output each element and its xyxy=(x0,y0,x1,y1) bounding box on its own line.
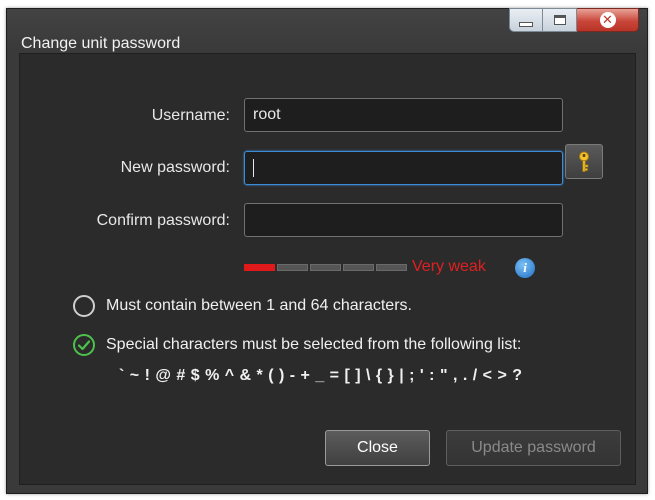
maximize-button[interactable] xyxy=(543,8,577,32)
strength-segment xyxy=(376,264,407,271)
rule-unmet-icon xyxy=(73,295,95,317)
confirm-password-field[interactable] xyxy=(244,203,563,237)
special-characters-list: ` ~ ! @ # $ % ^ & * ( ) - + _ = [ ] \ { … xyxy=(119,367,523,384)
strength-segment xyxy=(310,264,341,271)
new-password-field[interactable] xyxy=(244,151,563,185)
confirm-password-label: Confirm password: xyxy=(96,212,230,229)
update-password-button[interactable]: Update password xyxy=(446,430,621,466)
strength-segment xyxy=(343,264,374,271)
minimize-button[interactable] xyxy=(509,8,543,32)
strength-label: Very weak xyxy=(412,258,486,275)
title-bar[interactable]: Change unit password ✕ xyxy=(7,8,647,52)
strength-segment xyxy=(244,264,275,271)
close-window-button[interactable]: ✕ xyxy=(577,8,639,32)
generate-password-button[interactable] xyxy=(565,144,603,179)
strength-segment xyxy=(277,264,308,271)
change-password-dialog: Change unit password ✕ Username: root Ne… xyxy=(6,8,648,494)
special-rule-text: Special characters must be selected from… xyxy=(106,336,522,353)
new-password-label: New password: xyxy=(120,159,230,176)
check-circle-icon xyxy=(73,334,95,356)
username-field[interactable]: root xyxy=(244,98,563,132)
close-icon: ✕ xyxy=(599,12,616,28)
close-button[interactable]: Close xyxy=(325,430,430,466)
maximize-icon xyxy=(553,15,566,25)
minimize-icon xyxy=(519,21,533,27)
length-rule-text: Must contain between 1 and 64 characters… xyxy=(106,297,412,314)
text-caret xyxy=(253,158,254,177)
info-icon[interactable]: i xyxy=(515,258,535,278)
window-controls: ✕ xyxy=(509,8,639,34)
key-icon xyxy=(579,151,589,172)
username-label: Username: xyxy=(151,107,230,124)
dialog-body: Username: root New password: Confirm pas… xyxy=(19,53,636,485)
window-title: Change unit password xyxy=(21,35,181,52)
password-strength-meter xyxy=(244,264,407,271)
